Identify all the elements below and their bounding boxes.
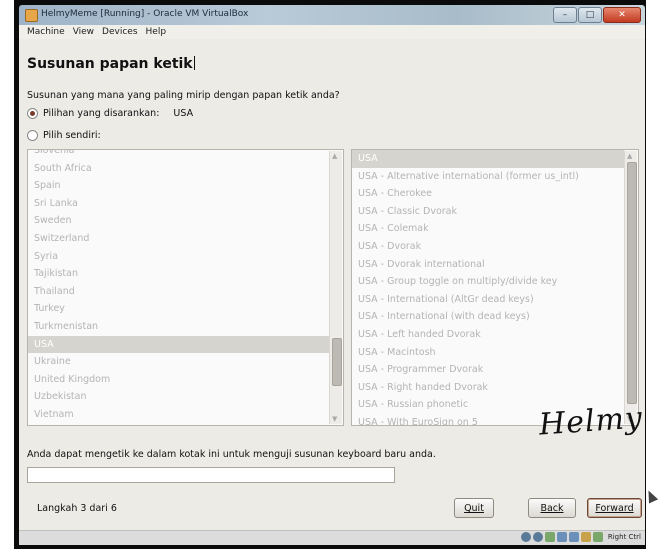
window-title: HelmyMeme [Running] - Oracle VM VirtualB… xyxy=(41,9,249,19)
text-caret xyxy=(193,56,195,70)
menu-view[interactable]: View xyxy=(73,27,94,37)
suggested-radio[interactable] xyxy=(27,108,38,119)
layout-question: Susunan yang mana yang paling mirip deng… xyxy=(27,90,340,101)
country-list-item[interactable]: Sri Lanka xyxy=(28,195,329,213)
harddisk-icon[interactable] xyxy=(520,532,531,542)
country-list-item[interactable]: United Kingdom xyxy=(28,371,329,389)
manual-option[interactable]: Pilih sendiri: xyxy=(27,130,101,141)
variant-list-item[interactable]: USA xyxy=(352,150,624,168)
country-list-item[interactable]: Uzbekistan xyxy=(28,388,329,406)
quit-button[interactable]: Quit xyxy=(454,498,494,518)
country-list-item[interactable]: Turkey xyxy=(28,300,329,318)
scroll-up-arrow-icon[interactable]: ▲ xyxy=(332,152,337,160)
variant-list-item[interactable]: USA - International (AltGr dead keys) xyxy=(352,291,624,309)
mouse-integration-icon[interactable] xyxy=(592,532,603,542)
network-icon[interactable] xyxy=(568,532,579,542)
scroll-up-arrow-icon[interactable]: ▲ xyxy=(627,152,632,160)
country-scroll-thumb[interactable] xyxy=(332,338,342,386)
scroll-down-arrow-icon[interactable]: ▼ xyxy=(332,415,337,423)
variant-list-item[interactable]: USA - Left handed Dvorak xyxy=(352,326,624,344)
host-key-label: Right Ctrl xyxy=(607,533,641,541)
variant-list[interactable]: USA USA - Alternative international (form… xyxy=(351,149,639,426)
country-list-item[interactable]: USA xyxy=(28,335,329,354)
title-bar[interactable]: HelmyMeme [Running] - Oracle VM VirtualB… xyxy=(19,5,645,25)
usb-icon[interactable] xyxy=(544,532,555,542)
variant-list-item[interactable]: USA - Cherokee xyxy=(352,185,624,203)
country-list-item[interactable]: Syria xyxy=(28,248,329,266)
manual-radio[interactable] xyxy=(27,130,38,141)
variant-list-item[interactable]: USA - Dvorak international xyxy=(352,256,624,274)
mouse-cursor-icon xyxy=(643,488,658,504)
country-scrollbar[interactable]: ▲ ▼ xyxy=(329,151,342,424)
country-list-item[interactable]: Turkmenistan xyxy=(28,318,329,336)
signature-watermark: Helmy xyxy=(537,400,645,443)
shared-folders-icon[interactable] xyxy=(556,532,567,542)
suggested-label: Pilihan yang disarankan: xyxy=(43,108,160,119)
back-button[interactable]: Back xyxy=(528,498,576,518)
installer-content: Susunan papan ketik Susunan yang mana ya… xyxy=(19,39,645,530)
country-list-item[interactable]: Thailand xyxy=(28,283,329,301)
variant-scrollbar[interactable]: ▲ ▼ xyxy=(624,151,637,424)
country-list-item[interactable]: Spain xyxy=(28,177,329,195)
country-list-item[interactable]: South Africa xyxy=(28,160,329,178)
variant-list-item[interactable]: USA - Right handed Dvorak xyxy=(352,379,624,397)
country-list-items: Slovenia South Africa Spain Sri Lanka Sweden… xyxy=(28,150,329,424)
country-list-item[interactable]: Switzerland xyxy=(28,230,329,248)
virtualbox-icon xyxy=(25,9,38,22)
maximize-button[interactable]: □ xyxy=(578,7,602,23)
country-list-item[interactable]: Vietnam xyxy=(28,406,329,424)
country-list-item[interactable]: Ukraine xyxy=(28,353,329,371)
variant-scroll-thumb[interactable] xyxy=(627,162,637,405)
keyboard-test-input[interactable] xyxy=(27,467,395,483)
suggested-option[interactable]: Pilihan yang disarankan: USA xyxy=(27,108,193,119)
menu-bar: Machine View Devices Help xyxy=(19,25,645,40)
variant-list-item[interactable]: USA - Classic Dvorak xyxy=(352,203,624,221)
variant-list-item[interactable]: USA - Alternative international (former … xyxy=(352,168,624,186)
variant-list-item[interactable]: USA - Dvorak xyxy=(352,238,624,256)
forward-button[interactable]: Forward xyxy=(587,498,642,518)
optical-drive-icon[interactable] xyxy=(532,532,543,542)
variant-list-item[interactable]: USA - Colemak xyxy=(352,220,624,238)
close-button[interactable]: ✕ xyxy=(603,7,641,23)
variant-list-item[interactable]: USA - Macintosh xyxy=(352,344,624,362)
vm-status-bar: Right Ctrl xyxy=(19,530,645,545)
menu-devices[interactable]: Devices xyxy=(102,27,137,37)
manual-label: Pilih sendiri: xyxy=(43,130,101,141)
country-list-item[interactable]: Tajikistan xyxy=(28,265,329,283)
variant-list-item[interactable]: USA - Programmer Dvorak xyxy=(352,361,624,379)
test-label: Anda dapat mengetik ke dalam kotak ini u… xyxy=(27,449,436,460)
variant-list-items: USA USA - Alternative international (form… xyxy=(352,150,624,425)
country-list[interactable]: Slovenia South Africa Spain Sri Lanka Sweden… xyxy=(27,149,344,426)
suggested-value: USA xyxy=(173,108,194,119)
country-list-item[interactable]: Slovenia xyxy=(28,150,329,160)
menu-help[interactable]: Help xyxy=(146,27,167,37)
variant-list-item[interactable]: USA - Group toggle on multiply/divide ke… xyxy=(352,273,624,291)
variant-list-item[interactable]: USA - International (with dead keys) xyxy=(352,308,624,326)
page-title: Susunan papan ketik xyxy=(27,56,195,72)
country-list-item[interactable]: Sweden xyxy=(28,212,329,230)
step-indicator: Langkah 3 dari 6 xyxy=(37,503,117,514)
minimize-button[interactable]: – xyxy=(553,7,577,23)
menu-machine[interactable]: Machine xyxy=(27,27,65,37)
capture-icon[interactable] xyxy=(580,532,591,542)
